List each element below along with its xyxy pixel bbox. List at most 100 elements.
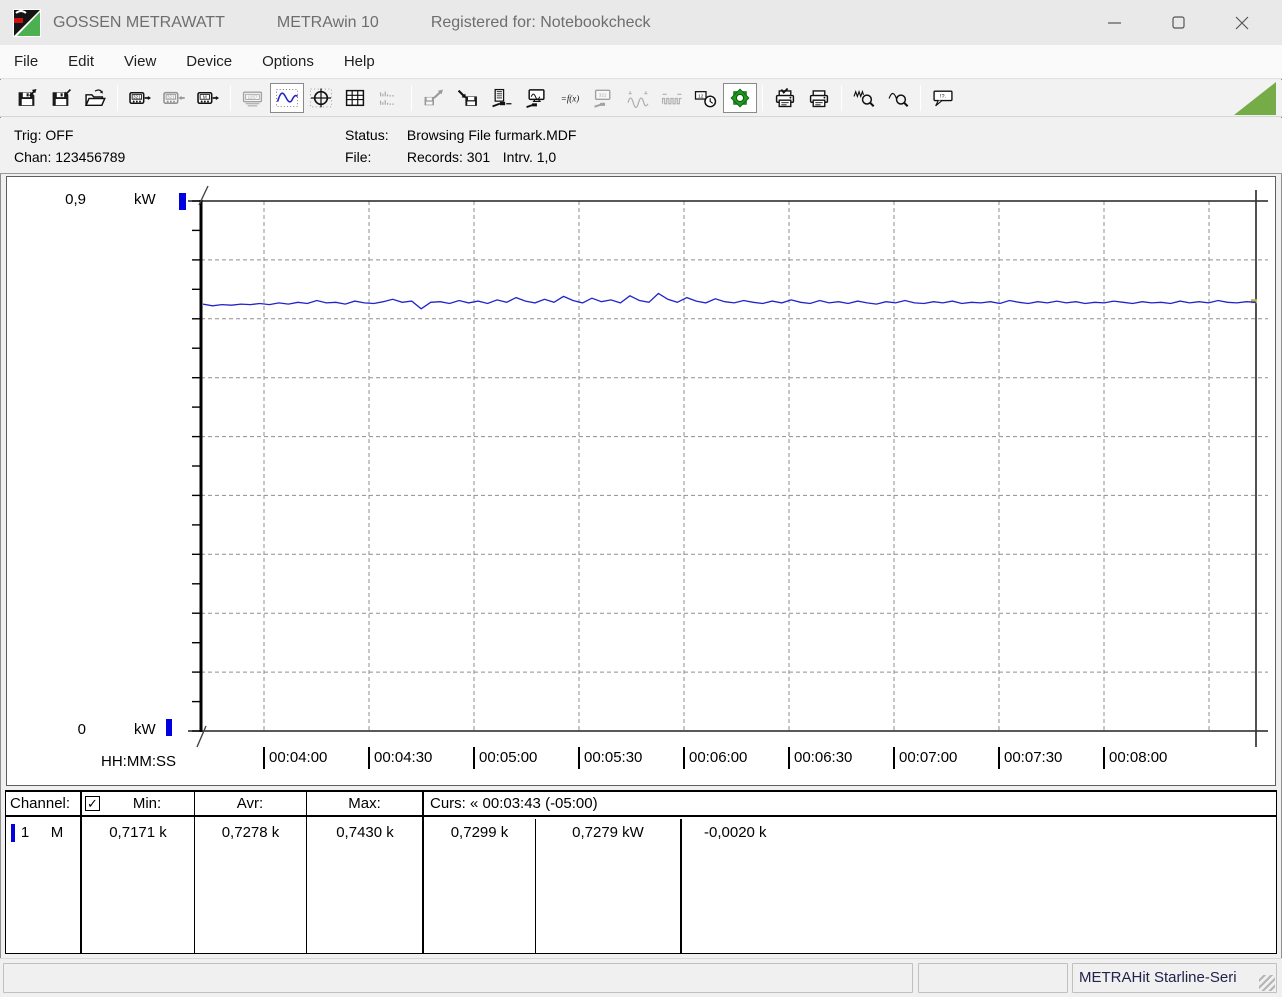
title-bar: GOSSEN METRAWATT METRAwin 10 Registered … (0, 0, 1282, 45)
cell-channel-number[interactable]: 1 (18, 820, 32, 846)
col-header-avr: Avr: (194, 792, 306, 815)
tooltip-button[interactable]: !?. (926, 83, 960, 113)
status-label: Status: (345, 124, 403, 146)
menu-bar: File Edit View Device Options Help (0, 45, 1282, 79)
cell-max: 0,7430 k (308, 820, 422, 846)
cell-channel-mode: M (48, 820, 66, 846)
resize-grip[interactable] (1259, 975, 1275, 991)
menu-edit[interactable]: Edit (62, 49, 100, 74)
read-memory-icon: M (196, 88, 220, 109)
file-label: File: (345, 146, 403, 168)
svg-text:12: 12 (698, 93, 704, 99)
write-device-icon: 321 (162, 88, 186, 109)
zoom-time-button[interactable] (847, 83, 881, 113)
x-tick-00:05:30: 00:05:30 (578, 747, 642, 773)
toolbar: 321 321 M 1257 =f(x) 321 12!?. (0, 80, 1282, 117)
menu-options[interactable]: Options (256, 49, 320, 74)
channel-range-marker-top (179, 193, 186, 210)
store-to-disk-button[interactable] (451, 83, 485, 113)
status-bar: METRAHit Starline-Seri (0, 958, 1282, 997)
table-view-icon (343, 88, 367, 109)
table-divider (680, 819, 682, 953)
toolbar-separator (762, 85, 763, 111)
col-header-max: Max: (306, 792, 423, 815)
col-header-min: Min: (103, 792, 191, 815)
cell-cursor-right: 0,7279 kW (536, 820, 680, 846)
device-settings-icon: 321 (592, 88, 616, 109)
formula-icon: =f(x) (558, 88, 582, 109)
col-header-channel: Channel: (10, 792, 70, 815)
metrawin-window: GOSSEN METRAWATT METRAwin 10 Registered … (0, 0, 1282, 997)
file-interval: Intrv. 1,0 (503, 149, 556, 165)
table-divider (194, 792, 195, 953)
save-file-button[interactable] (10, 83, 44, 113)
channel-color-marker (11, 824, 15, 842)
minimize-button[interactable] (1082, 0, 1146, 45)
formula-button[interactable]: =f(x) (553, 83, 587, 113)
statistics-view-button (372, 83, 406, 113)
statusbar-message-panel (3, 963, 913, 993)
title-brand: GOSSEN METRAWATT (53, 14, 225, 32)
channel-settings-button[interactable] (485, 83, 519, 113)
channel-settings-icon (490, 88, 514, 109)
options-gear-button[interactable] (723, 83, 757, 113)
table-view-button[interactable] (338, 83, 372, 113)
table-header-row: Channel: ✓ Min: Avr: Max: Curs: « 00:03:… (6, 792, 1276, 817)
read-device-icon: 321 (128, 88, 152, 109)
export-data-button (417, 83, 451, 113)
file-records: Records: 301 (407, 146, 499, 168)
curve-view-button[interactable] (270, 83, 304, 113)
trig-value: OFF (45, 127, 73, 143)
print-preview-button[interactable] (768, 83, 802, 113)
pulse-output-button (655, 83, 689, 113)
cell-cursor-delta: -0,0020 k (704, 820, 814, 846)
cell-cursor-left: 0,7299 k (424, 820, 535, 846)
maximize-button[interactable] (1146, 0, 1210, 45)
menu-device[interactable]: Device (180, 49, 238, 74)
y-axis-max-label: 0,9 (48, 191, 86, 208)
y-axis-unit-bottom: kW (134, 721, 156, 738)
tooltip-icon: !?. (931, 88, 955, 109)
toolbar-separator (411, 85, 412, 111)
trend-plot[interactable] (7, 177, 1275, 781)
x-tick-00:04:00: 00:04:00 (263, 747, 327, 773)
app-logo-icon (13, 9, 41, 37)
print-preview-icon (773, 88, 797, 109)
x-axis-format-label: HH:MM:SS (101, 753, 176, 770)
read-device-button[interactable]: 321 (123, 83, 157, 113)
close-button[interactable] (1210, 0, 1274, 45)
zoom-amplitude-icon (886, 88, 910, 109)
save-as-icon (49, 88, 73, 109)
read-memory-button[interactable]: M (191, 83, 225, 113)
display-settings-icon (524, 88, 548, 109)
display-settings-button[interactable] (519, 83, 553, 113)
measurement-table: Channel: ✓ Min: Avr: Max: Curs: « 00:03:… (5, 790, 1277, 954)
cursor-crosshair-button[interactable] (304, 83, 338, 113)
status-value: Browsing File furmark.MDF (407, 127, 577, 143)
options-gear-icon (728, 88, 752, 109)
menu-view[interactable]: View (118, 49, 162, 74)
multimeter-display-icon: 1257 (241, 88, 265, 109)
menu-help[interactable]: Help (338, 49, 381, 74)
table-divider (306, 792, 307, 953)
y-axis-unit-top: kW (134, 191, 156, 208)
statusbar-secondary-panel (918, 963, 1068, 993)
export-data-icon (422, 88, 446, 109)
zoom-amplitude-button[interactable] (881, 83, 915, 113)
svg-text:=f(x): =f(x) (561, 93, 579, 103)
chart-panel[interactable]: 0,9 kW 0 kW HH:MM:SS 00:04:0000:04:3000:… (6, 176, 1276, 786)
statusbar-device-panel: METRAHit Starline-Seri (1072, 963, 1277, 993)
svg-text:1257: 1257 (248, 94, 258, 99)
svg-text:M: M (203, 94, 207, 99)
channel-visible-checkbox[interactable]: ✓ (85, 796, 100, 811)
menu-file[interactable]: File (8, 49, 44, 74)
save-as-button[interactable] (44, 83, 78, 113)
time-settings-button[interactable]: 12 (689, 83, 723, 113)
title-app-name: METRAwin 10 (277, 14, 379, 32)
col-header-cursor: Curs: « 00:03:43 (-05:00) (430, 792, 598, 815)
acquisition-info-panel: Trig: OFF Chan: 123456789 Status: Browsi… (0, 118, 1282, 174)
connected-device-label: METRAHit Starline-Seri (1079, 969, 1237, 986)
open-file-button[interactable] (78, 83, 112, 113)
x-tick-00:07:00: 00:07:00 (893, 747, 957, 773)
print-button[interactable] (802, 83, 836, 113)
